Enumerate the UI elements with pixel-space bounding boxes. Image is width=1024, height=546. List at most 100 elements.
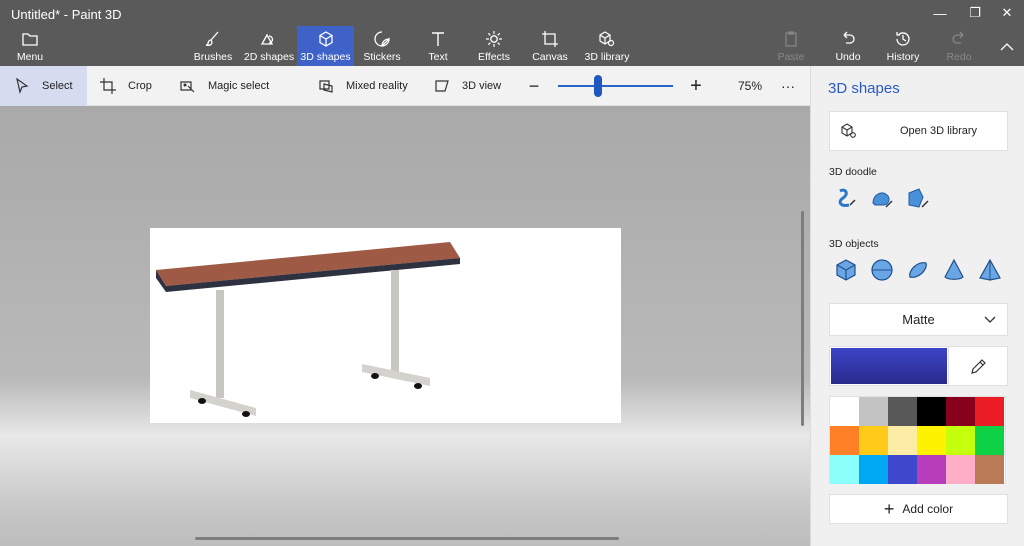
palette-swatch[interactable] — [888, 426, 917, 455]
magic-select-button[interactable]: Magic select — [180, 66, 269, 106]
paste-button[interactable]: Paste — [773, 26, 809, 66]
plus-icon: + — [690, 74, 702, 97]
menu-button[interactable]: Menu — [10, 26, 50, 66]
history-icon — [896, 32, 910, 46]
palette-swatch[interactable] — [917, 455, 946, 484]
collapse-ribbon-button[interactable] — [990, 34, 1024, 60]
tab-label: 2D shapes — [243, 51, 295, 63]
close-button[interactable]: ✕ — [990, 0, 1024, 26]
palette-swatch[interactable] — [859, 455, 888, 484]
tube-doodle-button[interactable] — [905, 186, 931, 212]
capsule-button[interactable] — [905, 257, 931, 283]
crop-icon — [100, 78, 116, 94]
mixed-reality-label: Mixed reality — [346, 80, 408, 92]
add-color-button[interactable]: + Add color — [829, 494, 1008, 524]
pyramid-icon — [979, 258, 1001, 281]
zoom-out-button[interactable]: − — [527, 66, 541, 106]
select-button[interactable]: Select — [0, 66, 87, 106]
3d-view-label: 3D view — [462, 80, 502, 92]
add-color-label: Add color — [902, 502, 954, 516]
palette-swatch[interactable] — [946, 426, 975, 455]
palette-swatch[interactable] — [917, 397, 946, 426]
menu-label: Menu — [16, 51, 44, 63]
cursor-icon — [16, 78, 29, 94]
palette-swatch[interactable] — [946, 455, 975, 484]
palette-swatch[interactable] — [830, 397, 859, 426]
palette-swatch[interactable] — [830, 426, 859, 455]
objects-section-label: 3D objects — [829, 238, 879, 250]
minimize-button[interactable]: — — [923, 0, 957, 26]
horizontal-scrollbar[interactable] — [195, 537, 619, 540]
canvas[interactable] — [150, 228, 621, 423]
palette-swatch[interactable] — [975, 426, 1004, 455]
zoom-slider-track[interactable] — [558, 85, 673, 87]
crop-button[interactable]: Crop — [100, 66, 152, 106]
zoom-in-button[interactable]: + — [688, 66, 704, 106]
shapes-2d-icon — [260, 33, 274, 45]
table-3d-model[interactable] — [150, 228, 621, 423]
color-palette — [829, 396, 1006, 484]
tab-stickers[interactable]: Stickers — [360, 26, 404, 66]
palette-swatch[interactable] — [975, 397, 1004, 426]
tab-label: Brushes — [193, 51, 233, 63]
sphere-icon — [871, 259, 893, 281]
palette-swatch[interactable] — [975, 455, 1004, 484]
more-options-button[interactable]: ··· — [781, 66, 795, 106]
crop-label: Crop — [128, 80, 152, 92]
3d-view-button[interactable]: 3D view — [434, 66, 501, 106]
palette-swatch[interactable] — [888, 455, 917, 484]
capsule-icon — [909, 262, 927, 278]
palette-swatch[interactable] — [917, 426, 946, 455]
title-ribbon-bar: Untitled* - Paint 3D — ❐ ✕ Menu Brushes … — [0, 0, 1024, 66]
undo-button[interactable]: Undo — [830, 26, 866, 66]
select-label: Select — [42, 80, 73, 92]
tab-3d-shapes[interactable]: 3D shapes — [297, 26, 354, 66]
undo-label: Undo — [835, 51, 861, 63]
window-title: Untitled* - Paint 3D — [11, 7, 122, 22]
history-label: History — [886, 51, 920, 63]
canvas-icon — [542, 31, 558, 47]
workspace[interactable] — [0, 106, 810, 546]
paste-label: Paste — [777, 51, 805, 63]
text-icon — [432, 32, 444, 46]
sharp-doodle-icon — [838, 188, 856, 207]
palette-swatch[interactable] — [888, 397, 917, 426]
redo-label: Redo — [946, 51, 972, 63]
chevron-down-icon — [984, 316, 996, 323]
soft-edge-doodle-button[interactable] — [869, 186, 895, 212]
panel-title: 3D shapes — [828, 80, 900, 97]
eyedropper-button[interactable] — [948, 347, 1008, 385]
tab-3d-library[interactable]: 3D library — [584, 26, 630, 66]
mixed-reality-button[interactable]: Mixed reality — [318, 66, 408, 106]
material-dropdown[interactable]: Matte — [829, 303, 1008, 336]
zoom-percentage[interactable]: 75% — [738, 66, 762, 106]
tab-label: 3D library — [584, 51, 630, 63]
tab-2d-shapes[interactable]: 2D shapes — [242, 26, 296, 66]
vertical-scrollbar[interactable] — [801, 211, 804, 426]
tab-effects[interactable]: Effects — [474, 26, 514, 66]
cube-icon — [836, 259, 856, 281]
tube-doodle-icon — [908, 188, 929, 208]
tab-canvas[interactable]: Canvas — [530, 26, 570, 66]
pyramid-button[interactable] — [977, 257, 1003, 283]
sun-icon — [486, 31, 502, 47]
palette-swatch[interactable] — [859, 426, 888, 455]
zoom-slider-thumb[interactable] — [594, 75, 603, 97]
tool-options-bar: Select Crop Magic select Mixed reality 3… — [0, 66, 810, 106]
palette-swatch[interactable] — [859, 397, 888, 426]
palette-swatch[interactable] — [830, 455, 859, 484]
current-color-swatch[interactable] — [831, 348, 947, 384]
maximize-button[interactable]: ❐ — [958, 0, 992, 26]
cone-button[interactable] — [941, 257, 967, 283]
redo-button[interactable]: Redo — [942, 26, 976, 66]
history-button[interactable]: History — [882, 26, 924, 66]
sphere-button[interactable] — [869, 257, 895, 283]
cube-button[interactable] — [833, 257, 859, 283]
open-3d-library-button[interactable]: Open 3D library — [829, 111, 1008, 151]
sharp-edge-doodle-button[interactable] — [833, 186, 859, 212]
tab-brushes[interactable]: Brushes — [190, 26, 236, 66]
palette-swatch[interactable] — [946, 397, 975, 426]
chevron-up-icon — [1000, 43, 1014, 51]
magic-select-icon — [180, 81, 195, 93]
tab-text[interactable]: Text — [420, 26, 456, 66]
